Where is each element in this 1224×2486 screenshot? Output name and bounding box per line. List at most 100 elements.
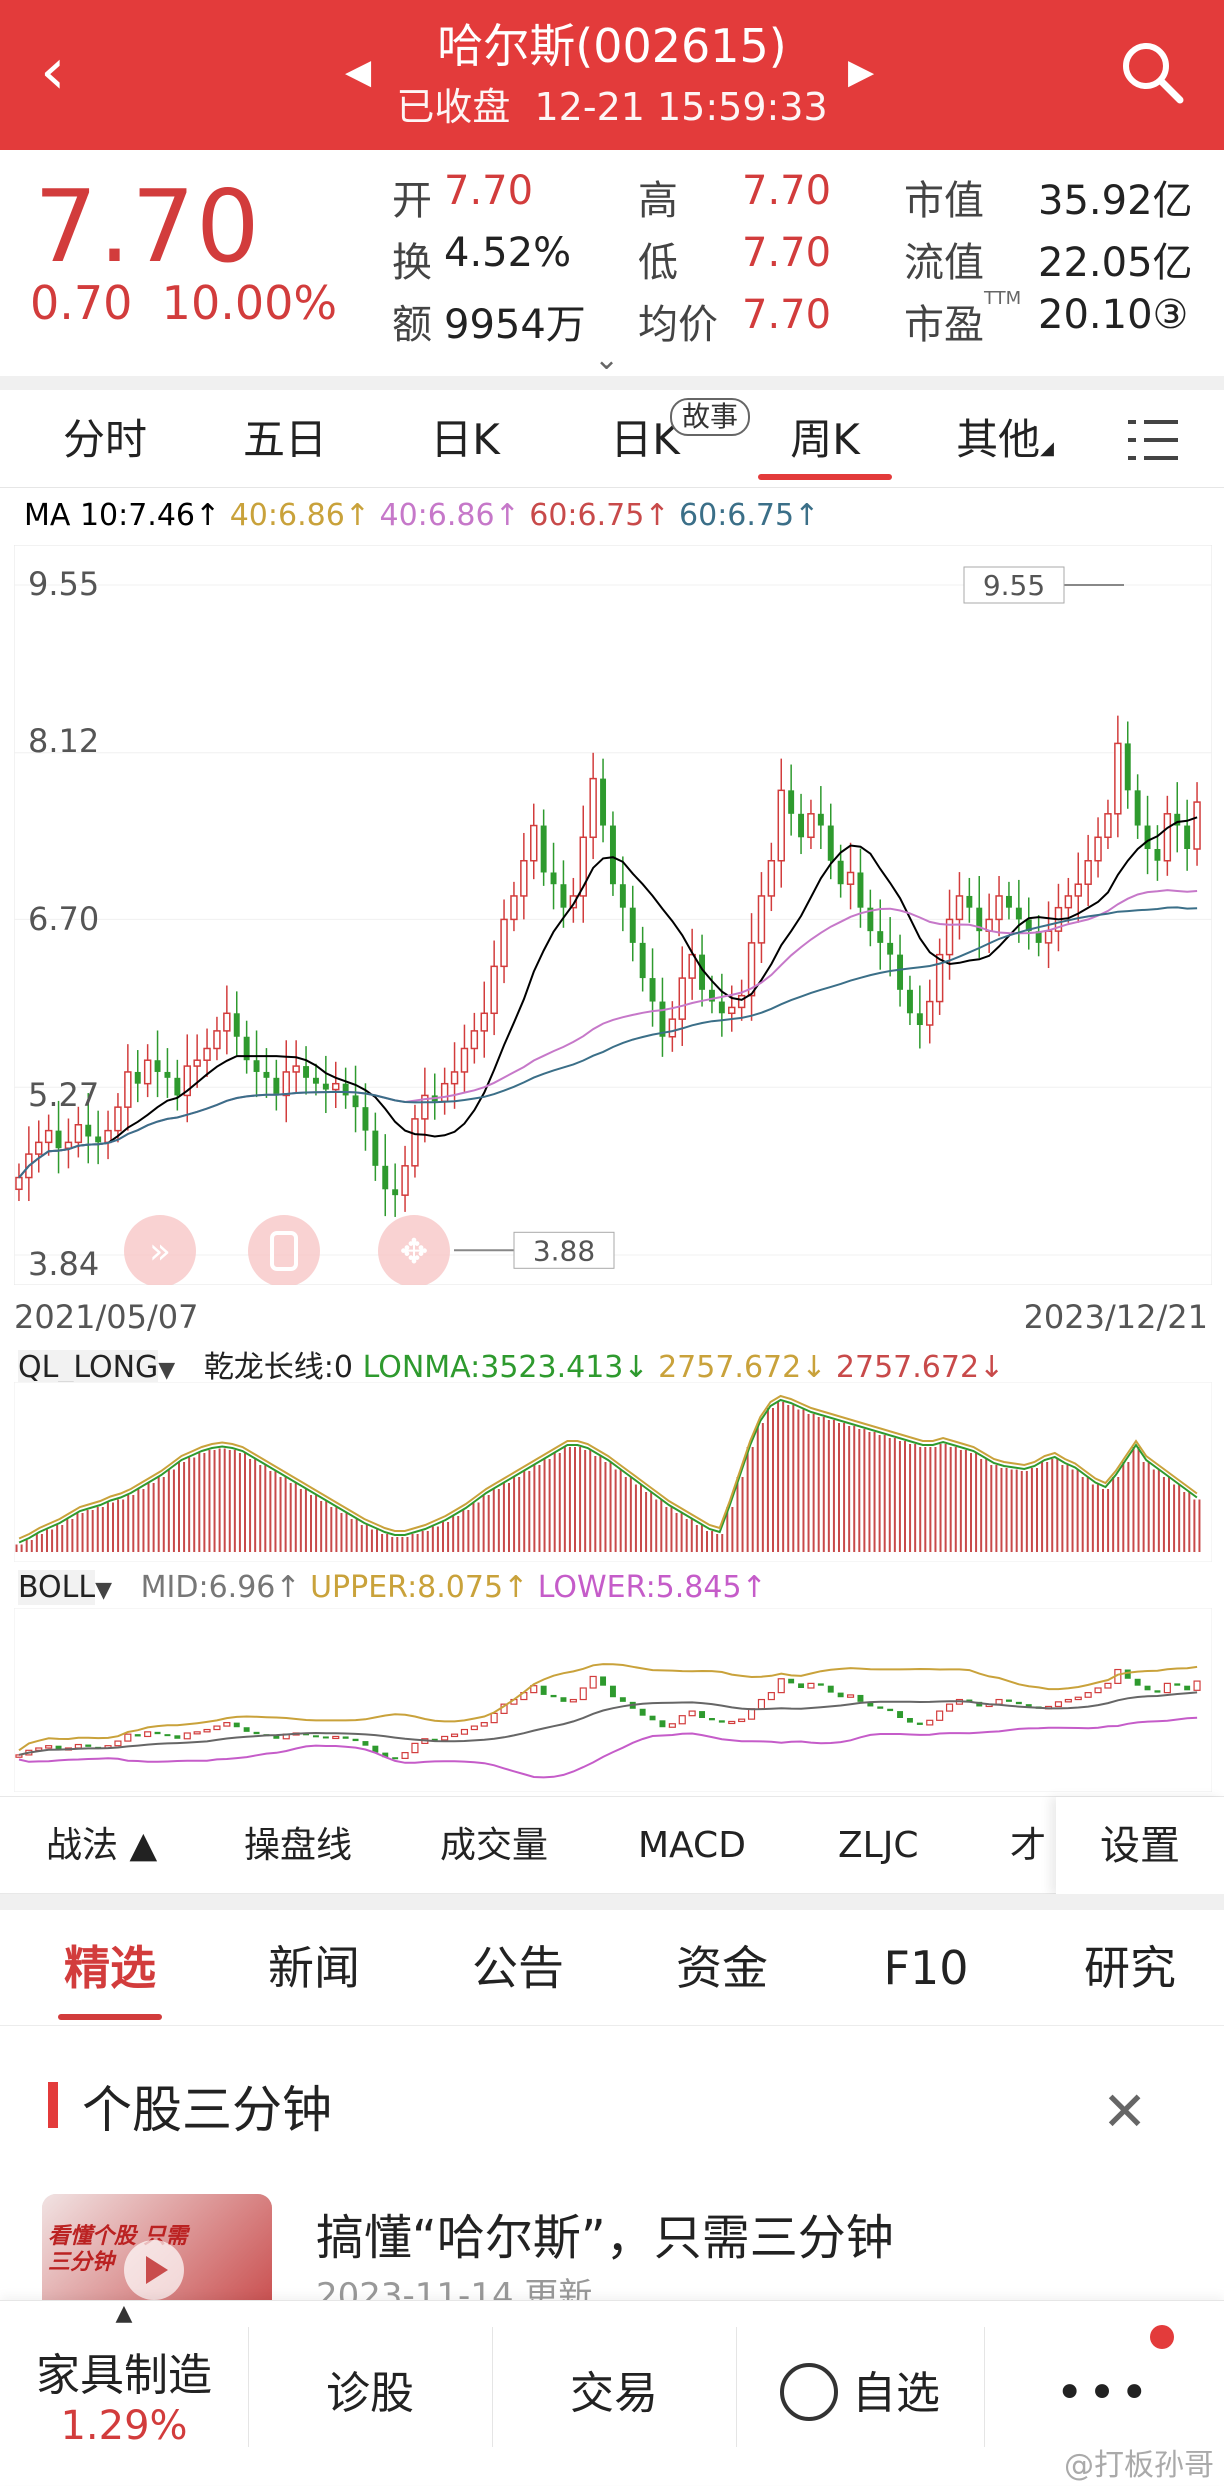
y-tick: 5.27 [28,1076,100,1114]
indicator2-name[interactable]: BOLL [18,1570,96,1605]
y-tick: 8.12 [28,722,100,760]
content-tab-3[interactable]: 资金 [652,1910,792,2026]
candle [282,1071,290,1097]
boll-candle [827,1685,834,1693]
toolbar-item-3[interactable]: MACD [638,1797,746,1895]
kline-chart[interactable]: 9.55 3.88 » ✥ [14,545,1212,1285]
candle [619,884,626,908]
toolbar-item-0[interactable]: 战法 ▲ [46,1797,157,1895]
boll-candle [1074,1696,1082,1701]
quote-label: 额 [392,302,432,348]
article-thumbnail[interactable]: 看懂个股 只需三分钟 [42,2194,272,2314]
candle [193,1059,201,1067]
boll-candle [906,1718,913,1723]
play-icon[interactable] [124,2240,184,2300]
ma40-label: 40:6.86↑ [229,498,370,533]
rotate-icon[interactable] [248,1215,320,1285]
dropdown-caret-icon[interactable]: ▼ [158,1358,175,1383]
boll-candle [757,1698,766,1710]
settings-button[interactable]: 设置 [1056,1797,1224,1895]
candle [352,1095,359,1108]
toolbar-item-5[interactable]: 才 [1010,1797,1046,1895]
boll-candle [243,1727,250,1732]
content-tab-4[interactable]: F10 [856,1910,996,2026]
candle [440,1082,449,1103]
candle [1084,859,1092,885]
boll-candle [1124,1669,1131,1679]
candle [164,1071,171,1078]
candle [589,777,597,839]
candle [1104,813,1112,839]
indicator1-name[interactable]: QL_LONG [18,1350,159,1385]
candle [837,860,844,885]
tab-0[interactable]: 分时 [20,392,190,488]
search-icon[interactable] [1116,36,1188,108]
boll-candle [798,1683,805,1688]
tab-1[interactable]: 五日 [200,392,370,488]
boll-candle [688,1710,696,1717]
tab-4[interactable]: 周K [740,392,910,488]
boll-candle [945,1703,954,1712]
content-tab-2[interactable]: 公告 [448,1910,588,2026]
chart-period-tabs: 分时 五日 日K 日K 故事 周K 其他◢ [0,392,1224,488]
candle [74,1124,83,1144]
quote-value: 22.05亿 [1038,240,1193,286]
close-icon[interactable]: ✕ [1102,2080,1147,2143]
boll-candle [312,1735,319,1738]
ttm-sup: TTM [984,288,1022,309]
boll-candle [1144,1685,1151,1691]
sector-item[interactable]: ▲ 家具制造 1.29% [0,2301,248,2486]
candle [916,1013,923,1026]
boll-candle [788,1678,795,1684]
boll-candle [480,1722,488,1727]
boll-candle [846,1694,855,1698]
trade-button[interactable]: 交易 [492,2301,736,2486]
boll-candle [747,1708,756,1720]
candle [767,859,776,897]
quote-label: 低 [638,240,678,286]
watchlist-button[interactable]: 自选 [736,2301,984,2486]
tab-5[interactable]: 其他◢ [920,392,1090,488]
candle [718,1001,725,1014]
toolbar-item-1[interactable]: 操盘线 [244,1797,352,1895]
market-status: 已收盘 12-21 15:59:33 [396,85,828,129]
boll-candle [936,1710,944,1721]
candle [1114,742,1122,815]
candle [154,1060,161,1072]
article-title[interactable]: 搞懂“哈尔斯”，只需三分钟 [316,2198,894,2268]
content-tab-5[interactable]: 研究 [1060,1910,1200,2026]
candle [480,1012,488,1032]
candle [560,884,567,908]
boll-candle [837,1692,844,1698]
indicator2-legend[interactable]: BOLL▼ MID:6.96↑ UPPER:8.075↑ LOWER:5.845… [18,1570,767,1605]
candle [372,1130,379,1166]
indicator1-legend[interactable]: QL_LONG▼ 乾龙长线:0 LONMA:3523.413↓ 2757.672… [18,1342,1004,1386]
toolbar-item-4[interactable]: ZLJC [838,1797,918,1895]
candle [1064,895,1073,909]
svg-text:9.55: 9.55 [983,569,1045,602]
candle [213,1030,221,1050]
next-stock-icon[interactable]: ▶ [848,52,874,92]
toolbar-item-2[interactable]: 成交量 [440,1797,548,1895]
dropdown-caret-icon[interactable]: ▼ [95,1578,112,1603]
candle [1154,849,1161,861]
candle [550,872,557,885]
content-tab-0[interactable]: 精选 [40,1910,180,2026]
diagnose-button[interactable]: 诊股 [248,2301,492,2486]
chart-settings-list-icon[interactable] [1124,414,1182,466]
candle [64,1141,73,1149]
candle [926,1000,934,1026]
tab-2[interactable]: 日K [380,392,550,488]
boll-candle [134,1734,141,1737]
boll-candle [738,1718,746,1723]
boll-chart[interactable] [14,1608,1212,1792]
sector-name: 家具制造 [36,2350,212,2401]
ma60-label: 60:6.75↑ [529,498,670,533]
indicator1-chart[interactable] [14,1382,1212,1562]
story-badge[interactable]: 故事 [670,398,751,436]
expand-chevron-icon[interactable]: ⌄ [594,342,619,377]
content-tab-1[interactable]: 新闻 [244,1910,384,2026]
boll-candle [995,1698,1003,1705]
quote-value: 9954万 [444,302,586,348]
boll-candle [767,1692,775,1701]
